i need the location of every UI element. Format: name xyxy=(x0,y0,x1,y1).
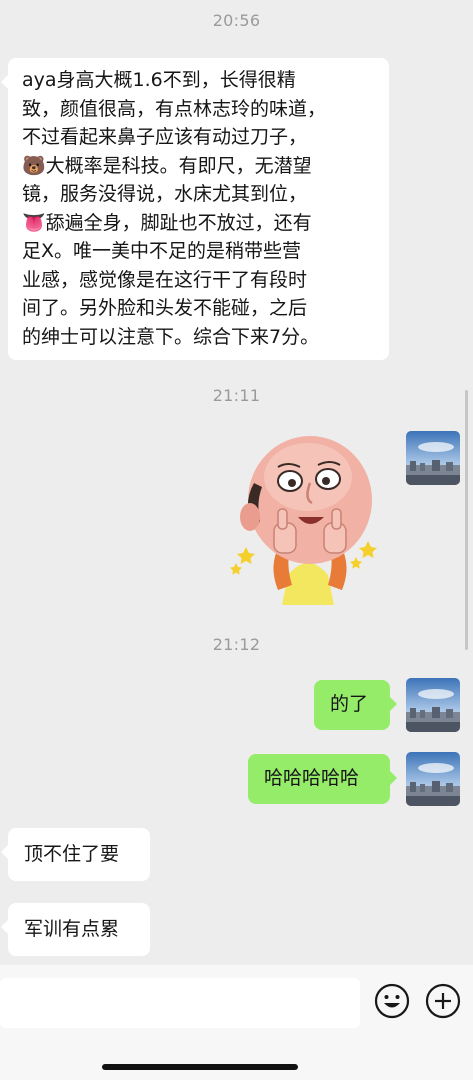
emoji-button[interactable] xyxy=(374,983,410,1019)
message-input[interactable] xyxy=(0,978,360,1028)
timestamp: 20:56 xyxy=(212,11,261,30)
bald-man-thumbs-up-sticker-icon xyxy=(230,436,377,605)
sticker-message[interactable] xyxy=(228,425,393,605)
self-avatar[interactable] xyxy=(406,678,460,732)
message-bubble-sent[interactable]: 哈哈哈哈哈 xyxy=(248,754,397,804)
message-bubble-received[interactable]: 军训有点累 xyxy=(1,903,150,956)
scrollbar[interactable] xyxy=(465,390,468,650)
message-bubble-received[interactable]: 顶不住了要 xyxy=(1,828,150,881)
self-avatar[interactable] xyxy=(406,431,460,485)
timestamp: 21:11 xyxy=(212,386,261,405)
plus-circle-icon xyxy=(425,983,461,1019)
smiley-face-icon xyxy=(374,983,410,1019)
self-avatar[interactable] xyxy=(406,752,460,806)
message-bubble-received[interactable]: aya身高大概1.6不到，长得很精 致，颜值很高，有点林志玲的味道， 不过看起来… xyxy=(1,58,389,360)
cityscape-avatar-icon xyxy=(406,431,460,485)
home-indicator[interactable] xyxy=(102,1064,298,1070)
more-button[interactable] xyxy=(425,983,461,1019)
message-bubble-sent[interactable]: 的了 xyxy=(314,680,397,730)
cityscape-avatar-icon xyxy=(406,752,460,806)
timestamp: 21:12 xyxy=(212,635,261,654)
cityscape-avatar-icon xyxy=(406,678,460,732)
